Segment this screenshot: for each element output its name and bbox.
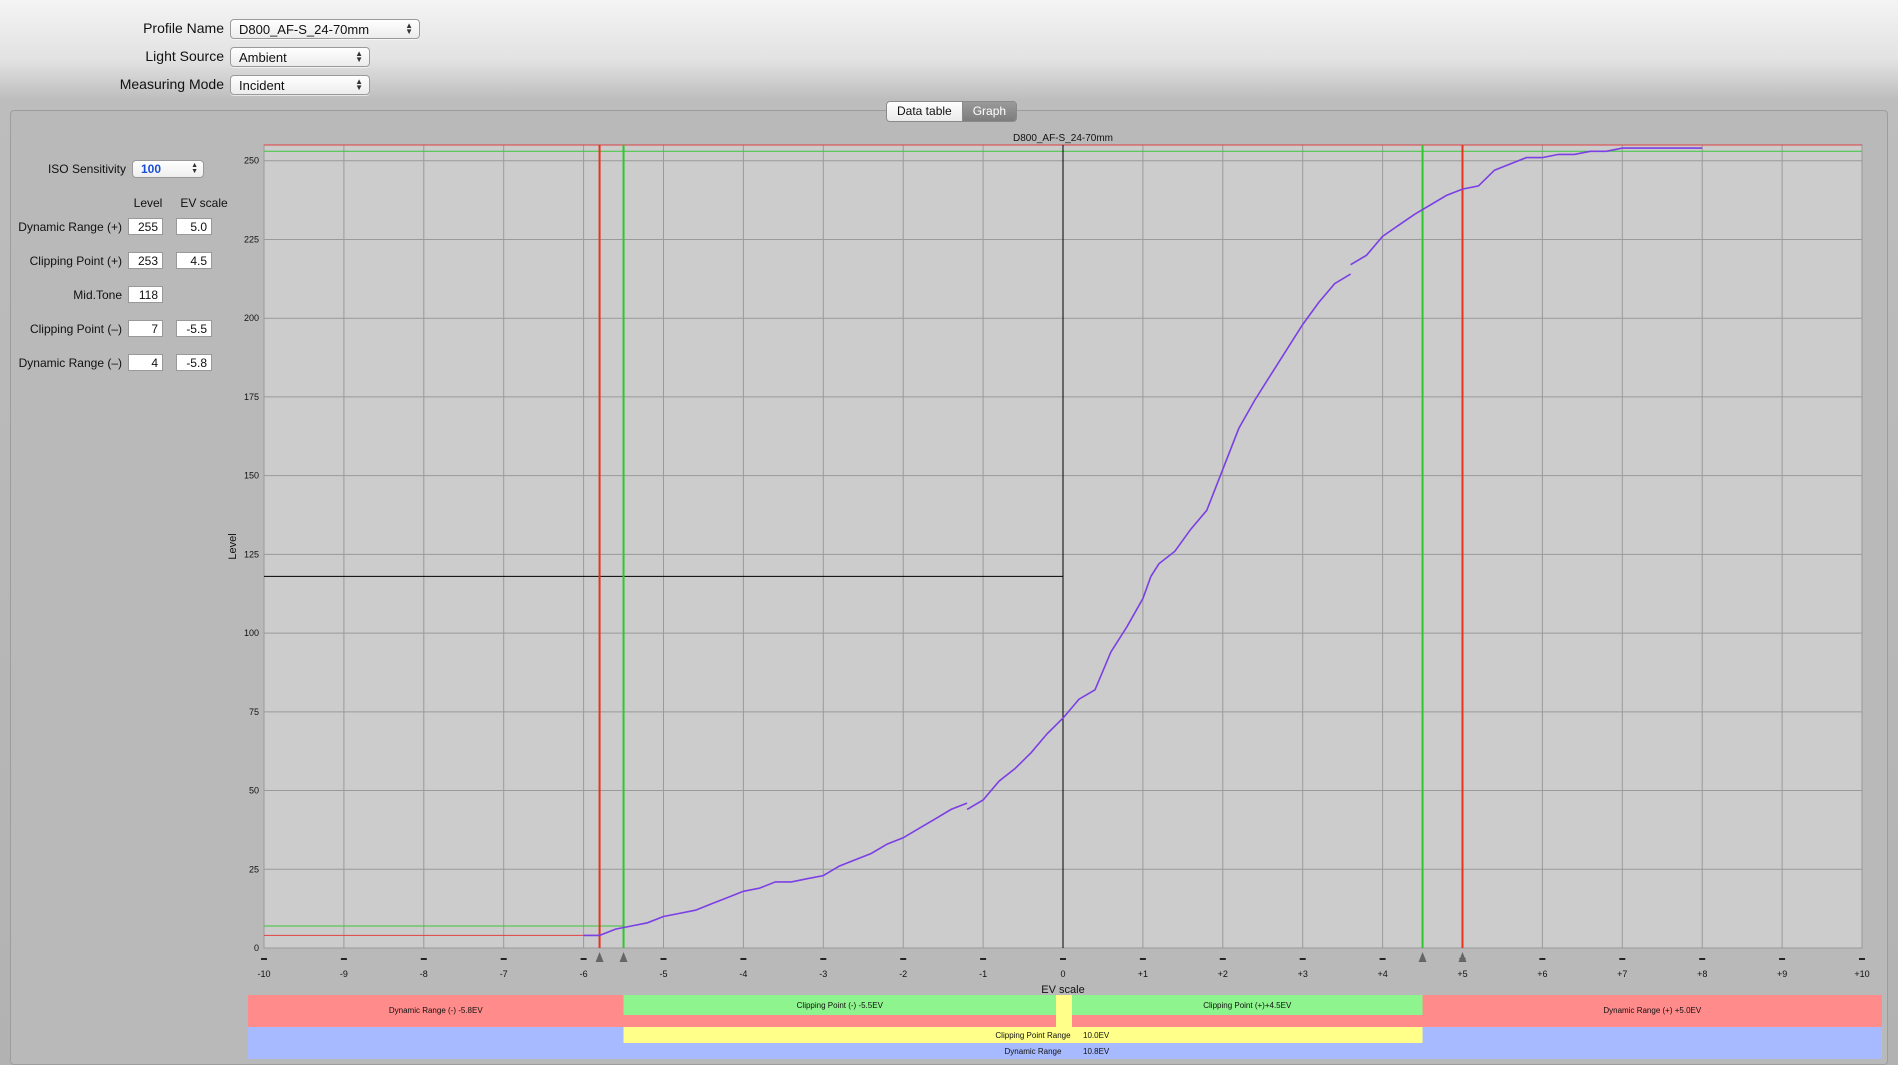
x-tick-label: +9: [1777, 969, 1787, 979]
y-axis-label: Level: [227, 533, 239, 559]
x-tick-label: -7: [500, 969, 508, 979]
marker-handle-icon: [1418, 952, 1427, 962]
x-tick-label: +8: [1697, 969, 1707, 979]
x-tick-label: +2: [1218, 969, 1228, 979]
x-tick-mark: [1619, 958, 1626, 960]
x-tick-mark: [580, 958, 587, 960]
cp-range-label: Clipping Point Range: [995, 1031, 1071, 1040]
x-tick-mark: [820, 958, 827, 960]
y-tick-label: 100: [244, 628, 259, 638]
cp-minus-bar-label: Clipping Point (-) -5.5EV: [797, 1001, 884, 1010]
x-tick-label: -10: [257, 969, 270, 979]
x-tick-label: -1: [979, 969, 987, 979]
y-tick-label: 200: [244, 313, 259, 323]
x-tick-mark: [1139, 958, 1146, 960]
dr-minus-bar-label: Dynamic Range (-) -5.8EV: [389, 1006, 483, 1015]
x-tick-label: +6: [1537, 969, 1547, 979]
x-tick-label: -4: [739, 969, 747, 979]
y-tick-label: 0: [254, 943, 259, 953]
x-tick-mark: [1219, 958, 1226, 960]
x-tick-label: +7: [1617, 969, 1627, 979]
y-tick-label: 175: [244, 392, 259, 402]
x-tick-mark: [1699, 958, 1706, 960]
y-tick-label: 250: [244, 156, 259, 166]
x-tick-mark: [1060, 958, 1066, 960]
dr-label: Dynamic Range: [1005, 1047, 1062, 1056]
x-tick-label: -6: [580, 969, 588, 979]
dynamic-range-total-bar: [248, 1043, 1882, 1059]
x-tick-label: 0: [1060, 969, 1065, 979]
x-tick-label: +1: [1138, 969, 1148, 979]
x-tick-label: -9: [340, 969, 348, 979]
x-tick-mark: [261, 958, 267, 960]
y-tick-label: 125: [244, 549, 259, 559]
cp-range-value: 10.0EV: [1083, 1031, 1110, 1040]
x-tick-label: +3: [1298, 969, 1308, 979]
x-tick-mark: [1299, 958, 1306, 960]
x-tick-mark: [740, 958, 747, 960]
y-tick-label: 225: [244, 234, 259, 244]
x-tick-mark: [1779, 958, 1786, 960]
x-tick-mark: [340, 958, 347, 960]
dr-value: 10.8EV: [1083, 1047, 1110, 1056]
y-tick-label: 50: [249, 786, 259, 796]
x-tick-mark: [980, 958, 987, 960]
x-tick-label: +4: [1377, 969, 1387, 979]
x-tick-label: +5: [1457, 969, 1467, 979]
cp-plus-bar-label: Clipping Point (+)+4.5EV: [1203, 1001, 1292, 1010]
dr-plus-bar-label: Dynamic Range (+) +5.0EV: [1603, 1006, 1701, 1015]
x-tick-label: +10: [1854, 969, 1869, 979]
marker-handle-icon: [619, 952, 628, 962]
x-tick-label: -8: [420, 969, 428, 979]
tone-curve-chart: -10 -9 -8 -7 -6 -5 -4 -3 -2 -1 0 +1 +2 +3 +4 +5 +6 +7 +8 +9…: [227, 133, 1882, 1059]
x-tick-mark: [420, 958, 427, 960]
x-tick-label: -5: [659, 969, 667, 979]
y-tick-label: 150: [244, 471, 259, 481]
marker-handle-icon: [595, 952, 604, 962]
y-tick-label: 75: [249, 707, 259, 717]
marker-handle-icon: [1458, 952, 1467, 962]
x-axis-label: EV scale: [1041, 984, 1084, 996]
x-tick-mark: [500, 958, 507, 960]
x-tick-mark: [1379, 958, 1386, 960]
x-tick-mark: [1859, 958, 1865, 960]
x-tick-mark: [900, 958, 907, 960]
x-tick-label: -3: [819, 969, 827, 979]
x-tick-label: -2: [899, 969, 907, 979]
midtone-bar: [1056, 995, 1072, 1027]
chart-title: D800_AF-S_24-70mm: [1013, 133, 1113, 144]
x-tick-mark: [660, 958, 667, 960]
y-tick-label: 25: [249, 864, 259, 874]
x-tick-mark: [1539, 958, 1546, 960]
